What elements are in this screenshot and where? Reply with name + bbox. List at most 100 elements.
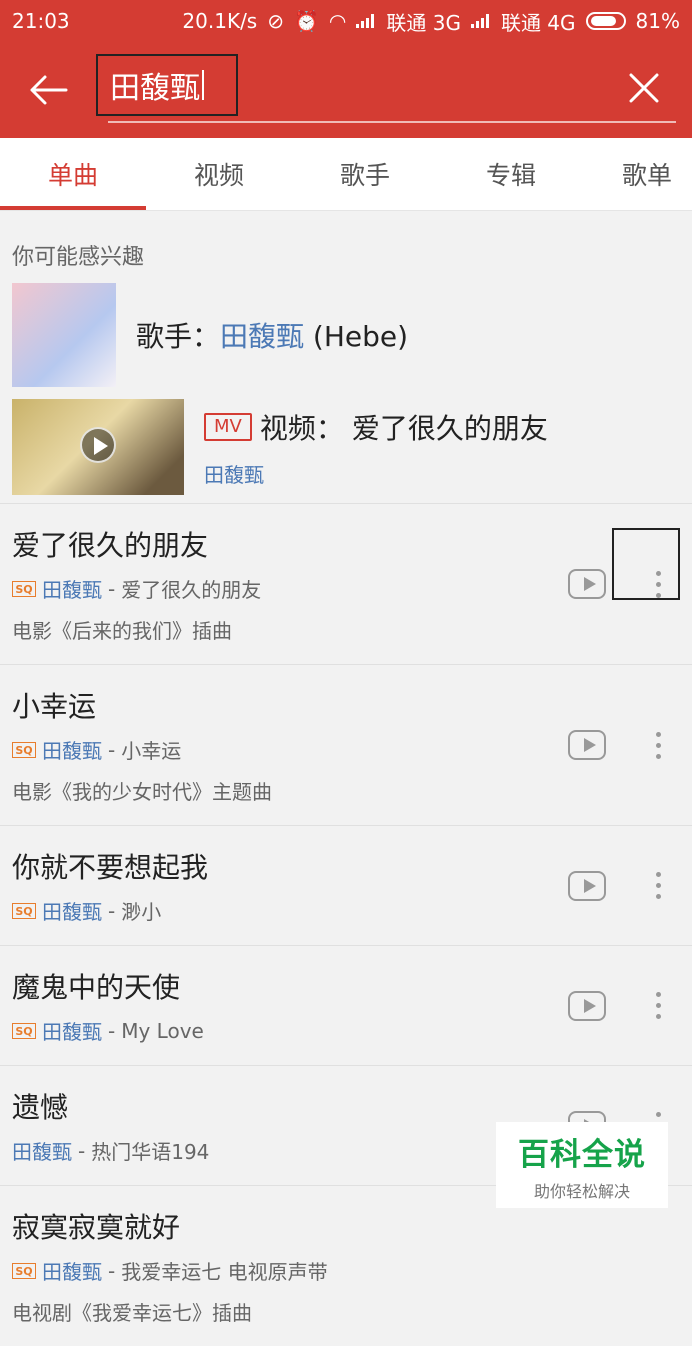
signal-icon-2 [470,14,491,28]
search-input[interactable]: 田馥甄 [96,54,238,116]
separator: - [108,1018,116,1043]
tab-albums[interactable]: 专辑 [438,138,584,210]
separator: - [108,1258,116,1283]
sq-badge: SQ [12,580,36,597]
song-subtitle: SQ 田馥甄 - 我爱幸运七 电视原声带 [12,1256,680,1285]
song-actions [568,864,670,908]
song-row[interactable]: 爱了很久的朋友 SQ 田馥甄 - 爱了很久的朋友 电影《后来的我们》插曲 [0,503,692,664]
video-artist: 田馥甄 [204,462,264,487]
video-title: 爱了很久的朋友 [351,411,548,445]
video-thumbnail [12,399,184,495]
more-icon[interactable] [646,864,670,908]
song-actions [568,984,670,1028]
video-play-icon [80,427,116,463]
video-meta: MV 视频： 爱了很久的朋友 田馥甄 [204,407,548,488]
carrier-3g: 联通 3G [386,10,461,35]
song-album: 小幸运 [121,739,182,763]
status-right: 20.1K/s ⊘ ⏰ ◠ 联通 3G 联通 4G 81% [182,7,680,36]
play-icon[interactable] [568,870,606,901]
search-underline [108,121,676,123]
more-icon[interactable] [646,984,670,1028]
song-actions [568,723,670,767]
song-artist: 田馥甄 [12,1140,72,1164]
close-icon [629,73,659,103]
mv-badge: MV [204,412,252,441]
play-icon[interactable] [568,990,606,1021]
suggested-video[interactable]: MV 视频： 爱了很久的朋友 田馥甄 [0,387,692,499]
search-row: 田馥甄 [0,42,692,138]
song-artist: 田馥甄 [42,1020,102,1044]
song-description: 电视剧《我爱幸运七》插曲 [12,1301,252,1325]
alarm-icon: ⏰ [294,9,319,33]
tab-artists[interactable]: 歌手 [292,138,438,210]
signal-icon [356,14,376,28]
section-title: 你可能感兴趣 [12,245,145,270]
video-title-line: MV 视频： 爱了很久的朋友 [204,407,548,447]
carrier-4g: 联通 4G [500,10,576,35]
tab-playlists[interactable]: 歌单 [584,138,692,210]
top-bar: 21:03 20.1K/s ⊘ ⏰ ◠ 联通 3G 联通 4G 81% 田馥甄 [0,0,692,138]
song-artist: 田馥甄 [42,739,102,763]
sq-badge: SQ [12,1262,36,1279]
song-album: 爱了很久的朋友 [121,578,262,602]
back-arrow-icon [30,75,68,105]
song-row[interactable]: 小幸运 SQ 田馥甄 - 小幸运 电影《我的少女时代》主题曲 [0,664,692,825]
song-album: 我爱幸运七 电视原声带 [121,1260,328,1284]
song-artist: 田馥甄 [42,578,102,602]
song-album: 渺小 [121,900,162,924]
tab-label: 视频 [193,161,244,190]
play-icon[interactable] [568,730,606,760]
tab-songs[interactable]: 单曲 [0,138,146,210]
song-row[interactable]: 寂寞寂寞就好 SQ 田馥甄 - 我爱幸运七 电视原声带 电视剧《我爱幸运七》插曲 [0,1185,692,1346]
play-icon[interactable] [568,569,606,599]
song-description: 电影《后来的我们》插曲 [12,619,232,643]
tab-label: 歌手 [339,161,390,190]
song-artist: 田馥甄 [42,1260,102,1284]
sq-badge: SQ [12,902,36,919]
artist-prefix: 歌手： [136,320,221,353]
suggested-artist[interactable]: 歌手：田馥甄 (Hebe) [0,283,692,387]
status-bar: 21:03 20.1K/s ⊘ ⏰ ◠ 联通 3G 联通 4G 81% [0,0,692,42]
watermark-title: 百科全说 [518,1136,646,1173]
text-caret [202,70,204,100]
separator: - [108,737,116,762]
tab-videos[interactable]: 视频 [146,138,292,210]
song-description: 电影《我的少女时代》主题曲 [12,780,272,804]
artist-avatar [12,283,116,387]
search-query: 田馥甄 [110,71,200,106]
separator: - [108,898,116,923]
artist-label: 歌手：田馥甄 (Hebe) [136,315,408,355]
artist-suffix: (Hebe) [304,320,409,353]
artist-name: 田馥甄 [220,320,305,353]
more-icon[interactable] [646,723,670,767]
tab-label: 单曲 [47,161,98,190]
song-album: 热门华语194 [91,1140,210,1164]
tab-label: 歌单 [622,161,673,190]
song-title: 寂寞寂寞就好 [12,1211,181,1244]
sq-badge: SQ [12,741,36,758]
separator: - [78,1138,86,1163]
battery-percent: 81% [635,9,680,33]
song-artist: 田馥甄 [42,900,102,924]
watermark-subtitle: 助你轻松解决 [533,1181,630,1201]
wifi-icon: ◠ [328,9,347,33]
tab-label: 专辑 [485,161,536,190]
battery-icon [585,12,626,30]
song-album: My Love [121,1018,204,1043]
back-button[interactable] [0,42,96,138]
song-title: 小幸运 [12,690,97,723]
mute-icon: ⊘ [267,9,284,33]
song-actions [568,528,680,606]
status-time: 21:03 [12,9,70,33]
separator: - [108,576,116,601]
tab-bar: 单曲 视频 歌手 专辑 歌单 [0,138,692,211]
network-speed: 20.1K/s [182,9,258,33]
video-prefix: 视频： [259,411,344,445]
sq-badge: SQ [12,1022,36,1039]
song-title: 爱了很久的朋友 [12,529,209,562]
song-row[interactable]: 你就不要想起我 SQ 田馥甄 - 渺小 [0,825,692,945]
clear-button[interactable] [620,64,668,112]
song-row[interactable]: 魔鬼中的天使 SQ 田馥甄 - My Love [0,945,692,1065]
watermark: 百科全说 助你轻松解决 [496,1122,668,1208]
more-icon[interactable] [612,528,680,606]
